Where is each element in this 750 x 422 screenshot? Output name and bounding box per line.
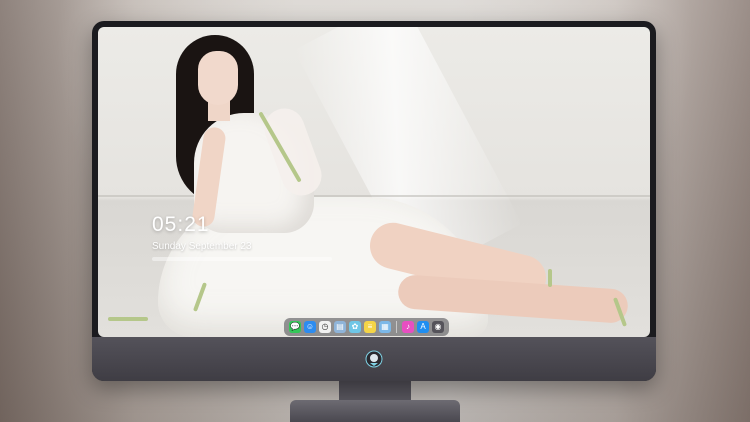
messages-icon[interactable]: 💬: [289, 321, 301, 333]
lock-screen-time: 05:21: [152, 213, 210, 236]
dock: 💬 ☺ ◷ ▤ ✿ ≡ ▦ ♪ A ◉: [284, 318, 449, 336]
finder-icon[interactable]: ☺: [304, 321, 316, 333]
camera-icon[interactable]: ◉: [432, 321, 444, 333]
gallery-icon[interactable]: ▦: [379, 321, 391, 333]
desktop-screen[interactable]: 05:21 Sunday September 23 💬 ☺ ◷ ▤ ✿ ≡ ▦ ♪ A ◉: [98, 27, 650, 337]
lock-screen-date: Sunday September 23: [152, 241, 252, 252]
notes-icon[interactable]: ≡: [364, 321, 376, 333]
wallpaper-vine: [548, 269, 552, 287]
wallpaper-photo: [98, 27, 650, 337]
app-store-icon[interactable]: A: [417, 321, 429, 333]
monitor: 05:21 Sunday September 23 💬 ☺ ◷ ▤ ✿ ≡ ▦ ♪ A ◉: [92, 21, 656, 381]
dock-separator: [396, 321, 397, 333]
wallpaper-face: [198, 51, 238, 105]
photos-icon[interactable]: ✿: [349, 321, 361, 333]
preview-icon[interactable]: ▤: [334, 321, 346, 333]
wallpaper-vine: [108, 317, 148, 321]
music-icon[interactable]: ♪: [402, 321, 414, 333]
clock-icon[interactable]: ◷: [319, 321, 331, 333]
monitor-chin: [92, 337, 656, 381]
lock-screen-subtext: [152, 257, 332, 261]
monitor-stand-base: [290, 400, 460, 422]
brand-logo-icon: [365, 350, 383, 368]
